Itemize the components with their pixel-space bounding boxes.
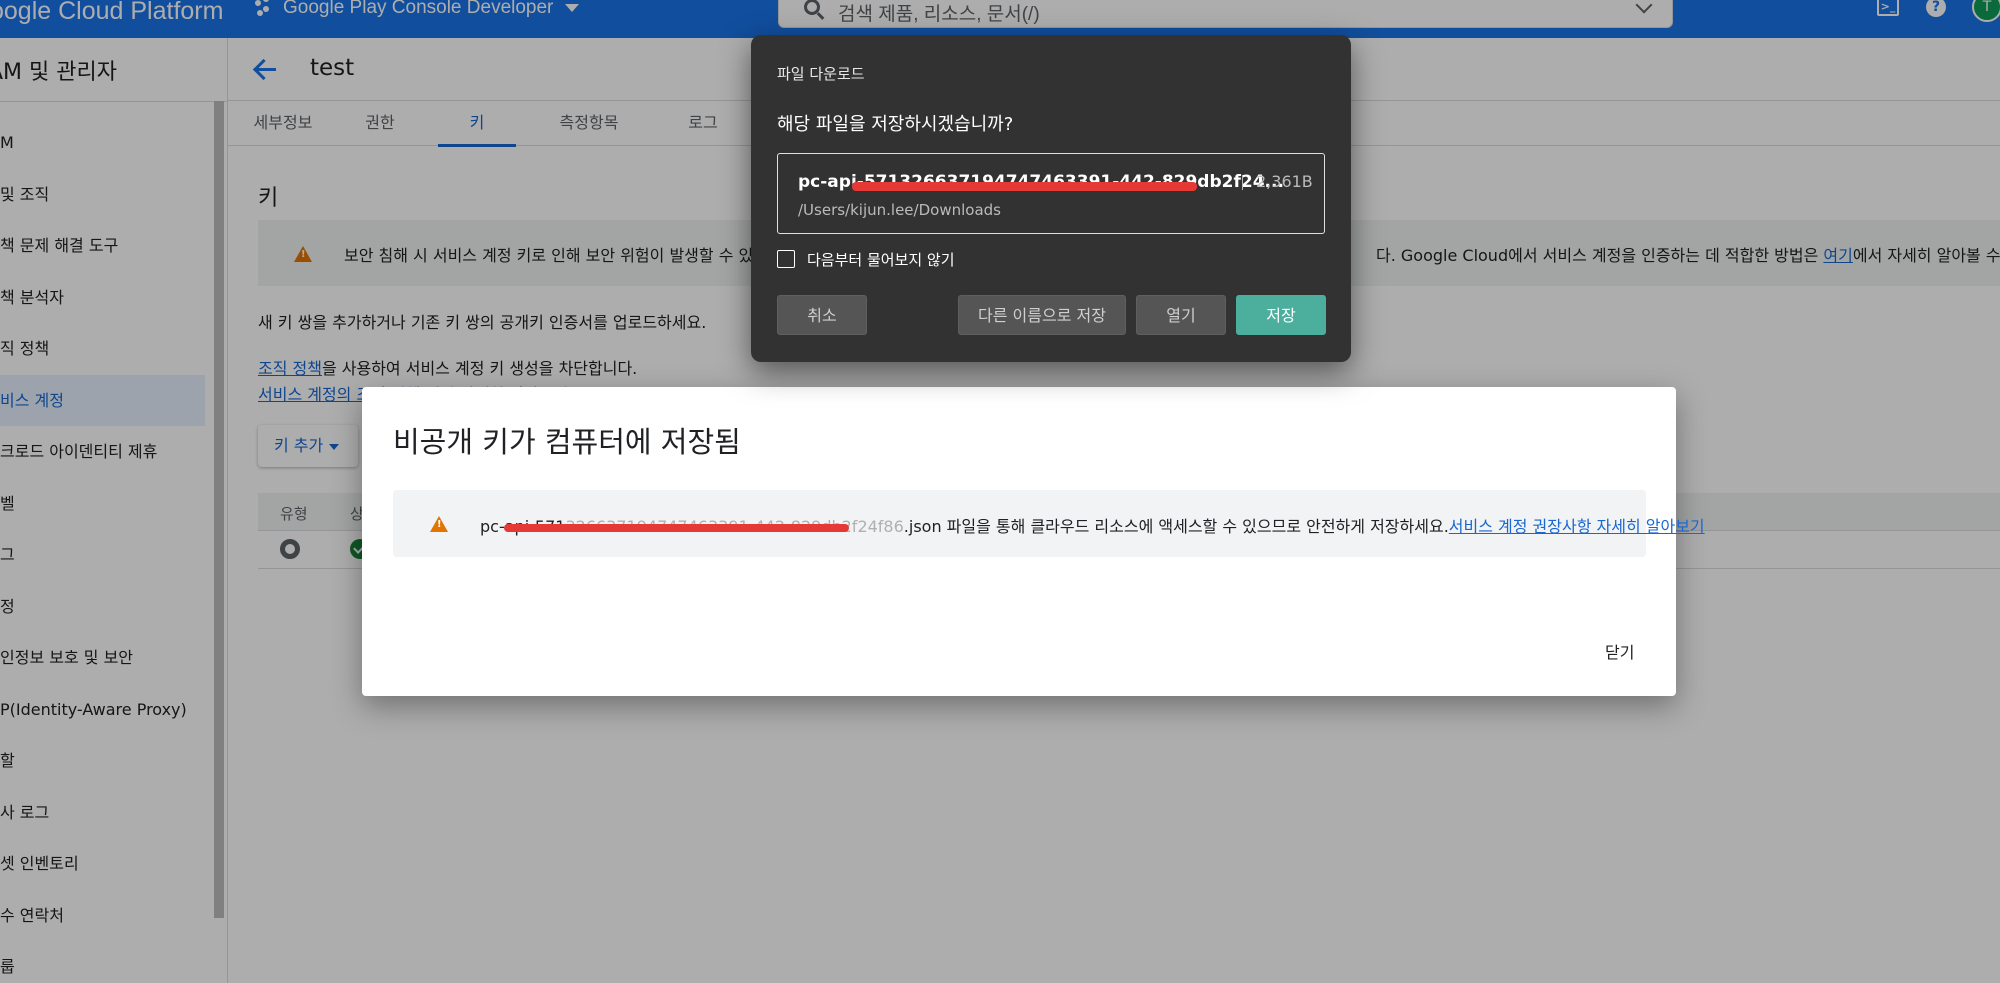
dont-ask-label[interactable]: 다음부터 물어보지 않기 <box>807 249 955 270</box>
close-button[interactable]: 닫기 <box>1605 639 1634 663</box>
key-saved-dialog: 비공개 키가 컴퓨터에 저장됨 pc-api-57132663719474746… <box>362 387 1705 696</box>
save-button[interactable]: 저장 <box>1236 295 1326 335</box>
dialog-header: 파일 다운로드 <box>777 65 865 83</box>
dont-ask-checkbox[interactable] <box>777 250 795 268</box>
key-file-name: pc-api-571326637194747463391-442-829db2f… <box>480 517 904 536</box>
message-text: .json 파일을 통해 클라우드 리소스에 액세스할 수 있으므로 안전하게 … <box>903 517 1449 536</box>
download-file-size: 2,361B <box>1256 172 1313 191</box>
key-saved-notice: pc-api-571326637194747463391-442-829db2f… <box>393 490 1705 557</box>
download-file-info: pc-api-571326637194747463391-442-829db2f… <box>777 153 1325 234</box>
dialog-title: 비공개 키가 컴퓨터에 저장됨 <box>393 425 741 459</box>
warning-icon <box>430 516 448 532</box>
save-as-button[interactable]: 다른 이름으로 저장 <box>958 295 1126 335</box>
file-download-dialog: 파일 다운로드 해당 파일을 저장하시겠습니까? pc-api-57132663… <box>751 35 1351 362</box>
cancel-button[interactable]: 취소 <box>777 295 867 335</box>
dialog-question: 해당 파일을 저장하시겠습니까? <box>777 114 1014 135</box>
best-practices-link[interactable]: 서비스 계정 권장사항 자세히 알아보기 <box>1449 517 1705 536</box>
redaction-mark <box>504 524 849 532</box>
key-saved-message: pc-api-571326637194747463391-442-829db2f… <box>480 513 1705 537</box>
redaction-mark <box>852 182 1197 191</box>
open-button[interactable]: 열기 <box>1136 295 1226 335</box>
download-path: /Users/kijun.lee/Downloads <box>798 201 1001 219</box>
divider <box>1242 176 1243 190</box>
